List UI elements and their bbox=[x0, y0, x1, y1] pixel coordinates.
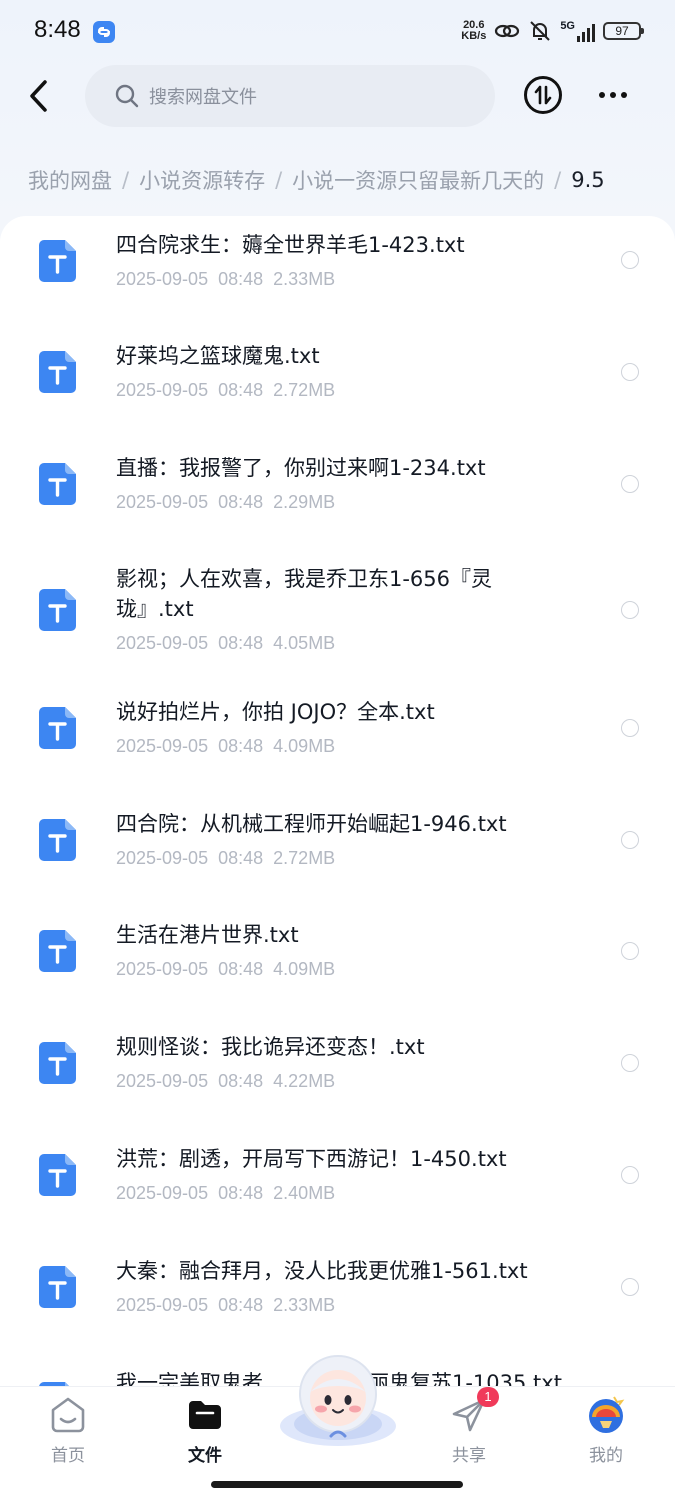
txt-file-icon bbox=[39, 819, 76, 861]
file-name: 四合院：从机械工程师开始崛起1-946.txt bbox=[116, 812, 507, 836]
file-row[interactable]: 规则怪谈：我比诡异还变态！.txt 2025-09-05 08:48 4.22M… bbox=[0, 1026, 675, 1138]
status-indicators: 20.6 KB/s 5G 97 bbox=[461, 16, 644, 46]
back-button[interactable] bbox=[20, 74, 56, 118]
nav-files-label: 文件 bbox=[188, 1446, 222, 1466]
file-list: 四合院求生：薅全世界羊毛1-423.txt 2025-09-05 08:48 2… bbox=[0, 216, 675, 1386]
file-row[interactable]: 好莱坞之篮球魔鬼.txt 2025-09-05 08:48 2.72MB bbox=[0, 326, 675, 438]
file-row[interactable]: 直播：我报警了，你别过来啊1-234.txt 2025-09-05 08:48 … bbox=[0, 438, 675, 550]
home-face-icon bbox=[48, 1395, 88, 1435]
file-meta: 2025-09-05 08:48 2.29MB bbox=[116, 492, 336, 512]
file-name: 影视；人在欢喜，我是乔卫东1-656『灵珑』.txt bbox=[116, 567, 493, 621]
file-meta: 2025-09-05 08:48 2.72MB bbox=[116, 848, 336, 868]
search-placeholder: 搜索网盘文件 bbox=[149, 87, 257, 108]
file-row[interactable]: 洪荒：剧透，开局写下西游记！1-450.txt 2025-09-05 08:48… bbox=[0, 1138, 675, 1250]
breadcrumb-item[interactable]: 小说资源转存 bbox=[139, 165, 265, 195]
file-row[interactable]: 四合院求生：薅全世界羊毛1-423.txt 2025-09-05 08:48 2… bbox=[0, 216, 675, 326]
home-indicator[interactable] bbox=[211, 1481, 463, 1488]
select-checkbox[interactable] bbox=[621, 1278, 639, 1296]
select-checkbox[interactable] bbox=[621, 363, 639, 381]
mascot-icon bbox=[280, 1355, 396, 1446]
select-checkbox[interactable] bbox=[621, 251, 639, 269]
dot-icon bbox=[599, 92, 605, 98]
ai-assistant-mascot-button[interactable] bbox=[277, 1352, 399, 1448]
nav-files[interactable]: 文件 bbox=[160, 1395, 250, 1466]
file-name: 洪荒：剧透，开局写下西游记！1-450.txt bbox=[116, 1147, 507, 1171]
folder-icon bbox=[185, 1395, 225, 1435]
txt-file-icon bbox=[39, 1154, 76, 1196]
breadcrumb-separator: / bbox=[554, 168, 562, 192]
chevron-left-icon bbox=[30, 80, 47, 112]
dot-icon bbox=[621, 92, 627, 98]
file-row[interactable]: 生活在港片世界.txt 2025-09-05 08:48 4.09MB bbox=[0, 914, 675, 1026]
select-checkbox[interactable] bbox=[621, 475, 639, 493]
breadcrumb-separator: / bbox=[275, 168, 283, 192]
search-input[interactable]: 搜索网盘文件 bbox=[85, 65, 495, 127]
avatar bbox=[586, 1395, 626, 1435]
nav-mine-label: 我的 bbox=[589, 1446, 623, 1466]
file-meta: 2025-09-05 08:48 4.22MB bbox=[116, 1071, 336, 1091]
status-bar: 8:48 20.6 KB/s 5G 97 bbox=[0, 0, 675, 62]
file-meta: 2025-09-05 08:48 2.33MB bbox=[116, 269, 336, 289]
file-meta: 2025-09-05 08:48 2.33MB bbox=[116, 1295, 336, 1315]
nav-home-label: 首页 bbox=[51, 1446, 85, 1466]
breadcrumb-item[interactable]: 小说一资源只留最新几天的 bbox=[292, 165, 544, 195]
select-checkbox[interactable] bbox=[621, 719, 639, 737]
breadcrumb-item[interactable]: 我的网盘 bbox=[28, 165, 112, 195]
transfer-list-button[interactable] bbox=[524, 76, 562, 114]
select-checkbox[interactable] bbox=[621, 601, 639, 619]
txt-file-icon bbox=[39, 240, 76, 282]
select-checkbox[interactable] bbox=[621, 831, 639, 849]
hotspot-link-icon bbox=[495, 24, 520, 38]
txt-file-icon bbox=[39, 351, 76, 393]
file-row[interactable]: 四合院：从机械工程师开始崛起1-946.txt 2025-09-05 08:48… bbox=[0, 802, 675, 914]
file-row[interactable]: 大秦：融合拜月，没人比我更优雅1-561.txt 2025-09-05 08:4… bbox=[0, 1250, 675, 1362]
breadcrumb-separator: / bbox=[122, 168, 130, 192]
file-name: 生活在港片世界.txt bbox=[116, 923, 299, 947]
nav-share-label: 共享 bbox=[452, 1446, 486, 1466]
txt-file-icon bbox=[39, 1042, 76, 1084]
nav-home[interactable]: 首页 bbox=[23, 1395, 113, 1466]
file-meta: 2025-09-05 08:48 4.09MB bbox=[116, 959, 336, 979]
txt-file-icon bbox=[39, 1266, 76, 1308]
file-name: 规则怪谈：我比诡异还变态！.txt bbox=[116, 1035, 425, 1059]
status-time: 8:48 bbox=[34, 16, 81, 43]
file-name: 四合院求生：薅全世界羊毛1-423.txt bbox=[116, 233, 465, 257]
file-meta: 2025-09-05 08:48 4.09MB bbox=[116, 736, 336, 756]
app-screen: 8:48 20.6 KB/s 5G 97 搜索网盘文件 我的网盘 / 小说资源转… bbox=[0, 0, 675, 1500]
txt-file-icon bbox=[39, 463, 76, 505]
signal-5g-icon: 5G bbox=[560, 20, 595, 42]
nav-share[interactable]: 1 共享 bbox=[424, 1387, 514, 1466]
more-options-button[interactable] bbox=[593, 76, 633, 114]
file-row[interactable]: 说好拍烂片，你拍 JOJO？全本.txt 2025-09-05 08:48 4.… bbox=[0, 690, 675, 802]
select-checkbox[interactable] bbox=[621, 1166, 639, 1184]
breadcrumb-current: 9.5 bbox=[571, 168, 605, 192]
select-checkbox[interactable] bbox=[621, 1054, 639, 1072]
file-name: 说好拍烂片，你拍 JOJO？全本.txt bbox=[116, 700, 435, 724]
dot-icon bbox=[610, 92, 616, 98]
mute-bell-icon bbox=[530, 21, 551, 41]
paper-plane-icon: 1 bbox=[449, 1387, 499, 1435]
transfer-arrows-icon bbox=[534, 85, 552, 105]
txt-file-icon bbox=[39, 930, 76, 972]
file-name: 直播：我报警了，你别过来啊1-234.txt bbox=[116, 456, 486, 480]
search-icon bbox=[115, 84, 139, 108]
nav-mine[interactable]: 我的 bbox=[561, 1395, 651, 1466]
file-name: 好莱坞之篮球魔鬼.txt bbox=[116, 344, 320, 368]
file-meta: 2025-09-05 08:48 4.05MB bbox=[116, 633, 336, 653]
breadcrumb: 我的网盘 / 小说资源转存 / 小说一资源只留最新几天的 / 9.5 bbox=[28, 160, 675, 200]
file-meta: 2025-09-05 08:48 2.40MB bbox=[116, 1183, 336, 1203]
txt-file-icon bbox=[39, 589, 76, 631]
net-speed: 20.6 KB/s bbox=[461, 19, 487, 42]
file-row[interactable]: 影视；人在欢喜，我是乔卫东1-656『灵珑』.txt 2025-09-05 08… bbox=[0, 550, 675, 690]
file-name: 大秦：融合拜月，没人比我更优雅1-561.txt bbox=[116, 1259, 528, 1283]
select-checkbox[interactable] bbox=[621, 942, 639, 960]
top-bar: 搜索网盘文件 bbox=[0, 62, 675, 132]
file-meta: 2025-09-05 08:48 2.72MB bbox=[116, 380, 336, 400]
app-notification-icon bbox=[93, 21, 115, 43]
share-badge: 1 bbox=[477, 1387, 499, 1407]
txt-file-icon bbox=[39, 707, 76, 749]
battery-indicator: 97 bbox=[603, 22, 644, 40]
